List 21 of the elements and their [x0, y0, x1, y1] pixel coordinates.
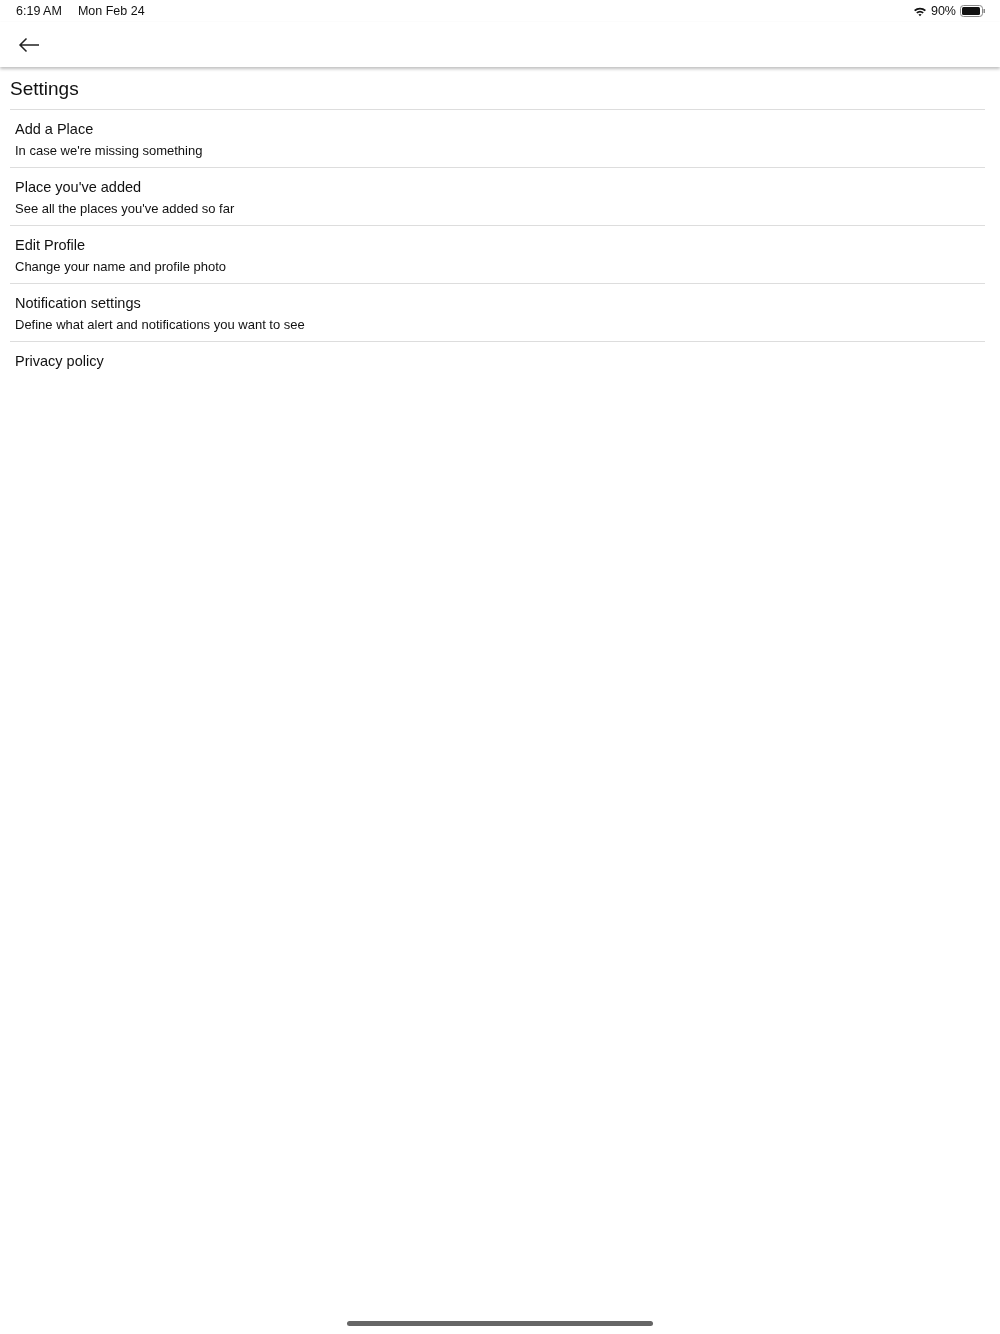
item-title: Notification settings [15, 294, 142, 313]
item-subtitle: Change your name and profile photo [15, 258, 228, 276]
settings-item[interactable]: Privacy policy [10, 342, 985, 379]
item-subtitle: See all the places you've added so far [15, 200, 236, 218]
item-subtitle: Define what alert and notifications you want to see [15, 316, 306, 334]
status-time: 6:19 AM [16, 2, 62, 20]
status-date: Mon Feb 24 [77, 2, 145, 20]
battery-percentage: 90% [930, 2, 956, 20]
item-subtitle: In case we're missing something [15, 142, 204, 160]
settings-item[interactable]: Edit Profile Change your name and profile photo [10, 226, 985, 284]
wifi-icon [912, 5, 927, 17]
battery-icon [960, 5, 986, 17]
item-title: Add a Place [15, 120, 95, 139]
back-arrow-icon [18, 37, 40, 54]
item-title: Edit Profile [15, 236, 87, 255]
item-title: Privacy policy [15, 352, 105, 371]
settings-item[interactable]: Place you've added See all the places you've added so far [10, 168, 985, 226]
page-title: Settings [9, 77, 80, 101]
item-title: Place you've added [15, 178, 143, 197]
settings-item[interactable]: Notification settings Define what alert and notifications you want to see [10, 284, 985, 342]
settings-item[interactable]: Add a Place In case we're missing something [10, 110, 985, 168]
